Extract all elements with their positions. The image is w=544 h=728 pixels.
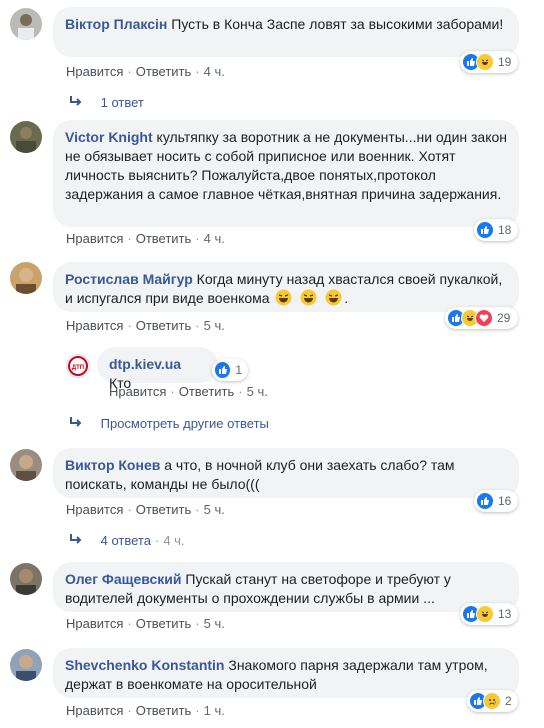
reaction-count: 13: [498, 607, 512, 621]
reply-button[interactable]: Ответить: [136, 64, 192, 79]
laughing-emoji-icon: [300, 289, 317, 306]
avatar[interactable]: [10, 449, 42, 481]
comment-timestamp[interactable]: 4 ч.: [204, 64, 225, 79]
more-replies-label[interactable]: Просмотреть другие ответы: [101, 416, 269, 431]
reaction-count: 16: [498, 494, 512, 508]
like-button[interactable]: Нравится: [66, 318, 123, 333]
avatar[interactable]: [10, 121, 42, 153]
reaction-summary[interactable]: 13: [460, 603, 518, 625]
comment-actions: Нравится · Ответить · 5 ч.: [66, 616, 225, 631]
replies-count[interactable]: 4 ответа: [101, 533, 151, 548]
like-button[interactable]: Нравится: [66, 231, 123, 246]
laughing-emoji-icon: [275, 289, 292, 306]
comment-actions: Нравится · Ответить · 5 ч.: [66, 502, 225, 517]
page-logo-text: ДТП: [72, 365, 84, 371]
haha-icon: [476, 605, 494, 623]
reaction-count: 18: [498, 223, 512, 237]
view-replies-link[interactable]: 1 ответ: [69, 95, 144, 110]
reply-author[interactable]: dtp.kiev.ua: [109, 356, 181, 372]
reply-button[interactable]: Ответить: [136, 231, 192, 246]
comment-author[interactable]: Виктор Конев: [65, 457, 160, 473]
like-button[interactable]: Нравится: [66, 502, 123, 517]
comment-timestamp[interactable]: 5 ч.: [204, 318, 225, 333]
reply-arrow-icon: [69, 95, 87, 110]
page-avatar[interactable]: ДТП: [66, 354, 90, 378]
comment-actions: Нравится · Ответить · 5 ч.: [66, 318, 225, 333]
comment-author[interactable]: Ростислав Майгур: [65, 271, 193, 287]
avatar[interactable]: [10, 649, 42, 681]
reaction-summary[interactable]: 29: [445, 307, 518, 329]
reply-button[interactable]: Ответить: [179, 384, 235, 399]
like-button[interactable]: Нравится: [66, 703, 123, 718]
comment-author[interactable]: Олег Фащевский: [65, 571, 182, 587]
like-button[interactable]: Нравится: [66, 616, 123, 631]
reaction-summary[interactable]: 16: [474, 490, 518, 512]
reaction-count: 1: [235, 363, 242, 377]
comment-timestamp[interactable]: 4 ч.: [204, 231, 225, 246]
reply-timestamp[interactable]: 5 ч.: [247, 384, 268, 399]
reply-button[interactable]: Ответить: [136, 703, 192, 718]
reaction-summary[interactable]: 18: [474, 219, 518, 241]
reaction-summary[interactable]: 1: [212, 359, 248, 381]
sad-icon: [483, 692, 501, 710]
reply-button[interactable]: Ответить: [136, 502, 192, 517]
reaction-summary[interactable]: 19: [460, 51, 518, 73]
comment-bubble: Олег Фащевский Пускай станут на светофор…: [53, 562, 519, 612]
comment-author[interactable]: Victor Knight: [65, 129, 153, 145]
comment-actions: Нравится · Ответить · 1 ч.: [66, 703, 225, 718]
reply-arrow-icon: [69, 533, 87, 548]
comment-actions: Нравится · Ответить · 4 ч.: [66, 231, 225, 246]
like-icon: [476, 221, 494, 239]
like-button[interactable]: Нравится: [109, 384, 166, 399]
love-icon: [475, 309, 493, 327]
avatar[interactable]: [10, 8, 42, 40]
reply-bubble: dtp.kiev.ua Кто: [97, 347, 218, 391]
reaction-summary[interactable]: 2: [467, 690, 518, 712]
reply-button[interactable]: Ответить: [136, 616, 192, 631]
comment-bubble: Віктор Плаксін Пусть в Конча Заспе ловят…: [53, 7, 519, 57]
reaction-count: 29: [497, 311, 511, 325]
comment-bubble: Виктор Конев а что, в ночной клуб они за…: [53, 448, 519, 498]
comment-bubble: Victor Knight культяпку за воротник а не…: [53, 120, 519, 227]
like-icon: [476, 492, 494, 510]
reply-actions: Нравится · Ответить · 5 ч.: [109, 384, 268, 399]
haha-icon: [476, 53, 494, 71]
comment-actions: Нравится · Ответить · 4 ч.: [66, 64, 225, 79]
comment-timestamp[interactable]: 5 ч.: [204, 502, 225, 517]
comment-text: Пусть в Конча Заспе ловят за высокими за…: [171, 16, 504, 32]
comment-text-end: .: [344, 290, 349, 306]
avatar[interactable]: [10, 262, 42, 294]
replies-count[interactable]: 1 ответ: [101, 95, 144, 110]
comment-author[interactable]: Shevchenko Konstantin: [65, 657, 224, 673]
comment-author[interactable]: Віктор Плаксін: [65, 16, 167, 32]
replies-timestamp: 4 ч.: [163, 533, 185, 548]
comment-timestamp[interactable]: 1 ч.: [204, 703, 225, 718]
like-button[interactable]: Нравится: [66, 64, 123, 79]
reaction-count: 19: [498, 55, 512, 69]
view-replies-link[interactable]: 4 ответа · 4 ч.: [69, 533, 185, 548]
laughing-emoji-icon: [325, 289, 342, 306]
reply-arrow-icon: [69, 416, 87, 431]
comment-timestamp[interactable]: 5 ч.: [204, 616, 225, 631]
reaction-count: 2: [505, 694, 512, 708]
comment-bubble: Shevchenko Konstantin Знакомого парня за…: [53, 648, 519, 698]
reply-button[interactable]: Ответить: [136, 318, 192, 333]
avatar[interactable]: [10, 563, 42, 595]
view-more-replies-link[interactable]: Просмотреть другие ответы: [69, 416, 269, 431]
like-icon: [214, 361, 232, 379]
comment-bubble: Ростислав Майгур Когда минуту назад хвас…: [53, 262, 519, 312]
